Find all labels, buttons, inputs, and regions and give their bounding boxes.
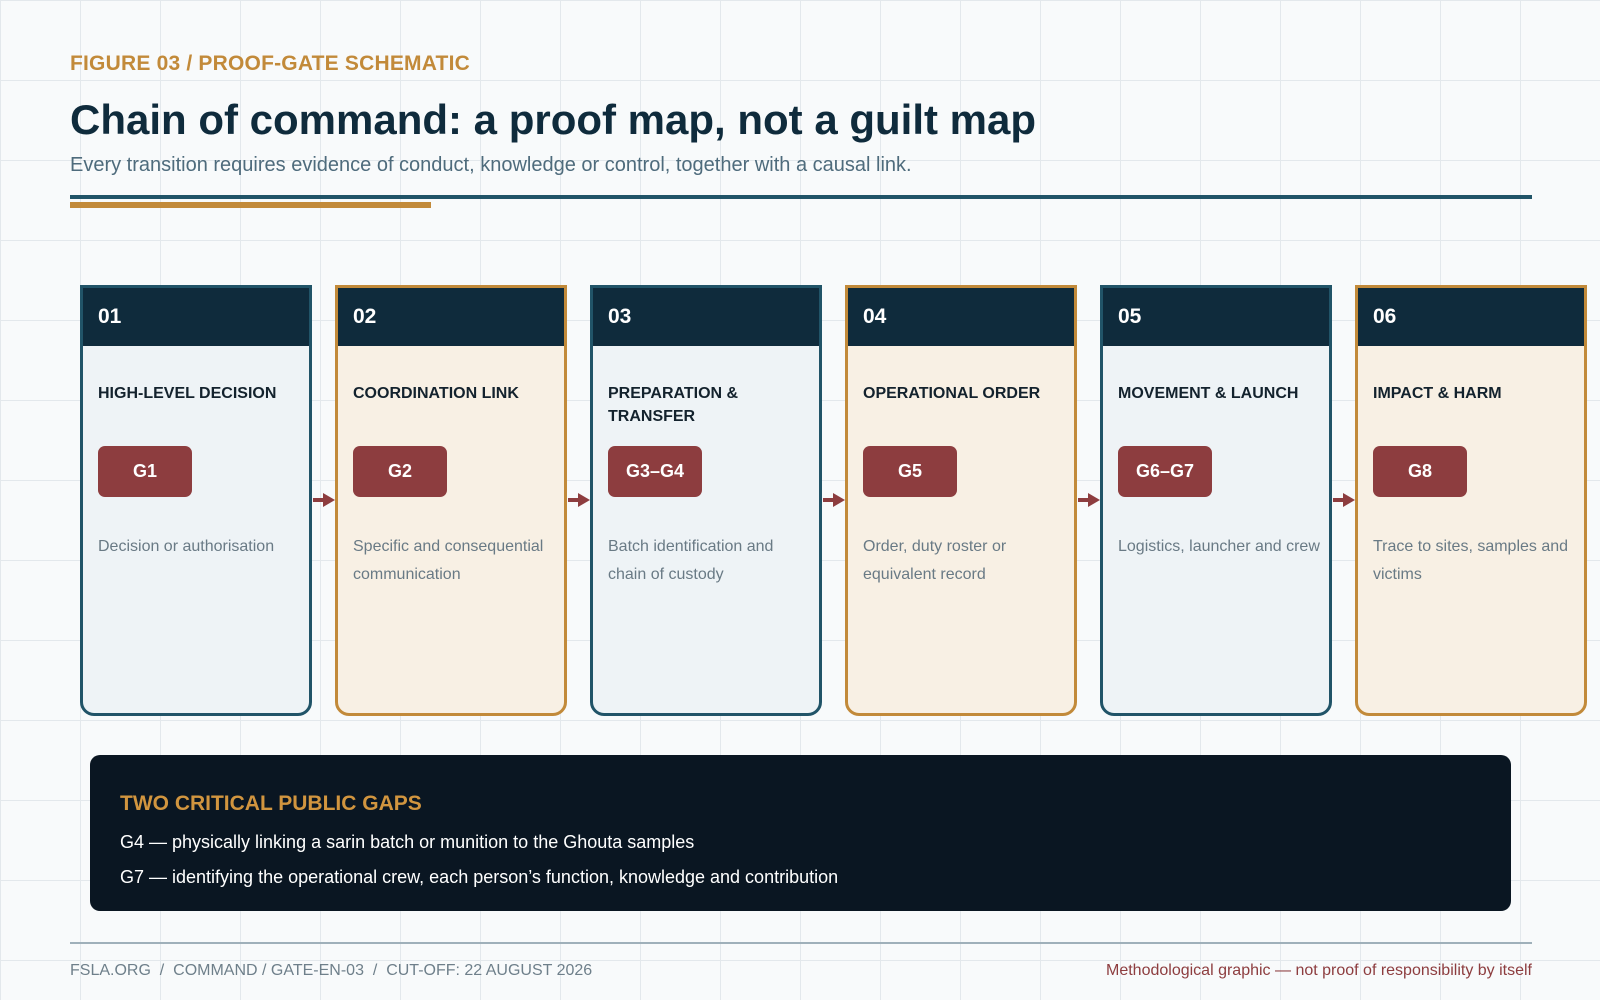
arrow-right-icon <box>1078 493 1100 507</box>
stage-note: Decision or authorisation <box>98 538 275 555</box>
page-subtitle: Every transition requires evidence of co… <box>70 154 912 176</box>
gate-badge: G2 <box>353 446 447 497</box>
footer-source: FSLA.ORG / COMMAND / GATE-EN-03 / CUT-OF… <box>70 962 593 979</box>
header-rule <box>70 195 1532 199</box>
stage-note: Trace to sites, samples and victims <box>1373 538 1569 583</box>
gate-badge: G5 <box>863 446 957 497</box>
stage-title: IMPACT & HARM <box>1373 385 1502 402</box>
stage-note: Batch identification and chain of custod… <box>608 538 774 583</box>
stage-number: 02 <box>338 288 564 346</box>
stage-card-05: 05 MOVEMENT & LAUNCH G6–G7 Logistics, la… <box>1100 285 1332 716</box>
footer-disclaimer: Methodological graphic — not proof of re… <box>1106 962 1532 979</box>
stage-card-01: 01 HIGH-LEVEL DECISION G1 Decision or au… <box>80 285 312 716</box>
stage-number: 01 <box>83 288 309 346</box>
arrow-right-icon <box>568 493 590 507</box>
arrow-right-icon <box>313 493 335 507</box>
stage-card-04: 04 OPERATIONAL ORDER G5 Order, duty rost… <box>845 285 1077 716</box>
stage-title: MOVEMENT & LAUNCH <box>1118 385 1299 402</box>
footer-rule <box>70 942 1532 944</box>
stage-title: OPERATIONAL ORDER <box>863 385 1041 402</box>
stage-card-02: 02 COORDINATION LINK G2 Specific and con… <box>335 285 567 716</box>
gap-item: G4 — physically linking a sarin batch or… <box>120 832 695 852</box>
figure-kicker: FIGURE 03 / PROOF-GATE SCHEMATIC <box>70 52 470 75</box>
stage-note: Order, duty roster or equivalent record <box>863 538 1007 583</box>
stage-number: 05 <box>1103 288 1329 346</box>
stage-number: 04 <box>848 288 1074 346</box>
stage-title: COORDINATION LINK <box>353 385 519 402</box>
gate-badge: G3–G4 <box>608 446 702 497</box>
gate-badge: G6–G7 <box>1118 446 1212 497</box>
stage-note: Logistics, launcher and crew <box>1118 538 1320 555</box>
gap-item: G7 — identifying the operational crew, e… <box>120 867 839 887</box>
gaps-title: TWO CRITICAL PUBLIC GAPS <box>120 792 422 815</box>
stage-title: HIGH-LEVEL DECISION <box>98 385 277 402</box>
arrow-right-icon <box>823 493 845 507</box>
stage-number: 06 <box>1358 288 1584 346</box>
arrow-right-icon <box>1333 493 1355 507</box>
stage-number: 03 <box>593 288 819 346</box>
stage-card-06: 06 IMPACT & HARM G8 Trace to sites, samp… <box>1355 285 1587 716</box>
header-accent-rule <box>70 202 431 208</box>
page-title: Chain of command: a proof map, not a gui… <box>70 96 1037 143</box>
stage-note: Specific and consequential communication <box>353 538 544 583</box>
stage-title: PREPARATION & TRANSFER <box>608 385 739 425</box>
critical-gaps-panel: TWO CRITICAL PUBLIC GAPS G4 — physically… <box>90 755 1511 911</box>
stage-card-03: 03 PREPARATION & TRANSFER G3–G4 Batch id… <box>590 285 822 716</box>
gate-badge: G1 <box>98 446 192 497</box>
gate-badge: G8 <box>1373 446 1467 497</box>
